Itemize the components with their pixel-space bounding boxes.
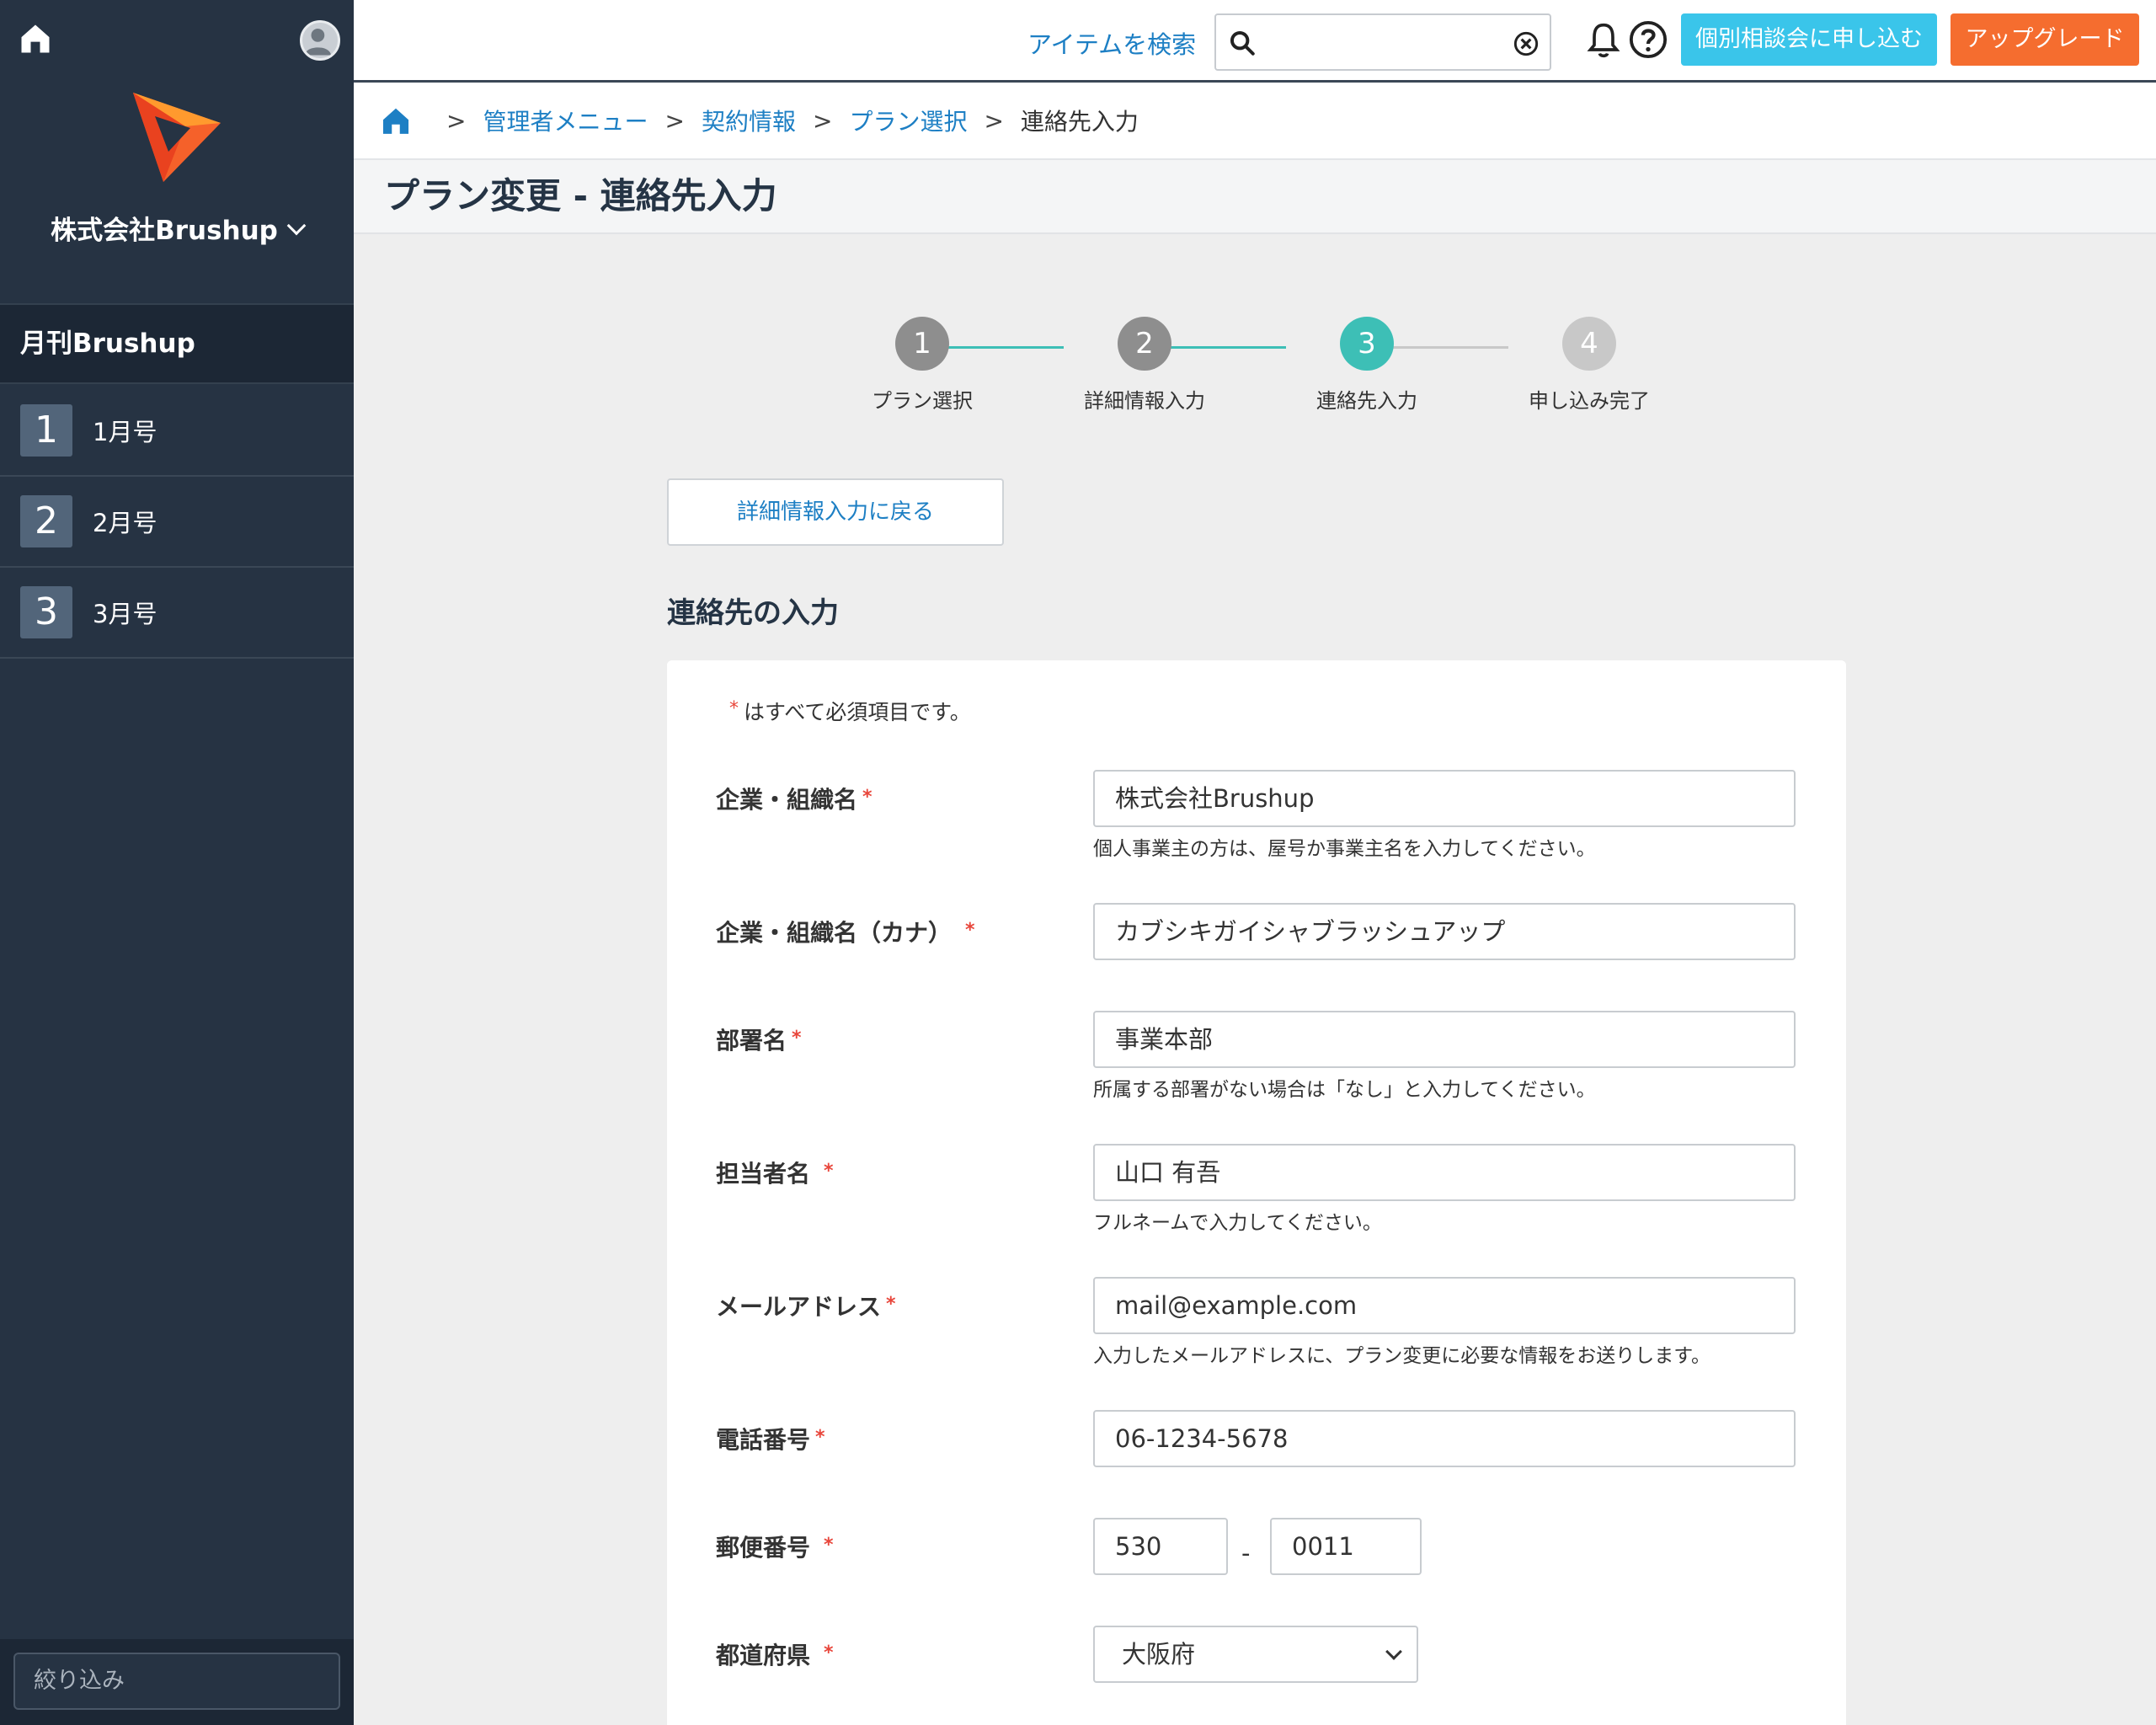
person-name-label: 担当者名 * (716, 1156, 839, 1189)
breadcrumb-admin-menu[interactable]: 管理者メニュー (483, 104, 648, 137)
label-text: 郵便番号 (716, 1534, 811, 1562)
label-text: 企業・組織名 (716, 786, 858, 814)
required-note-text: はすべて必須項目です。 (744, 700, 971, 724)
zip-dash: - (1241, 1539, 1251, 1567)
search-input[interactable] (1214, 13, 1551, 71)
step-label: プラン選択 (872, 389, 973, 413)
step-number: 4 (1562, 317, 1616, 371)
label-text: 電話番号 (716, 1426, 811, 1454)
user-icon (304, 29, 332, 56)
company-name-label: 企業・組織名 * (716, 782, 878, 815)
breadcrumb-current: 連絡先入力 (1020, 108, 1139, 136)
email-hint: 入力したメールアドレスに、プラン変更に必要な情報をお送りします。 (1093, 1345, 1711, 1367)
sidebar: 株式会社Brushup 月刊Brushup 1 1月号 2 2月号 3 3月号 … (0, 0, 354, 1725)
breadcrumb-plan-select[interactable]: プラン選択 (849, 104, 967, 137)
chevron-down-icon (286, 216, 307, 236)
top-bar: アイテムを検索 個別相談会に申し込む アップグレード (354, 0, 2156, 83)
step-3-current: 3 連絡先入力 (1283, 317, 1451, 414)
step-1: 1 プラン選択 (838, 317, 1006, 414)
step-label: 申し込み完了 (1529, 389, 1650, 413)
required-mark: * (729, 698, 739, 719)
prefecture-select[interactable]: 大阪府 (1093, 1626, 1418, 1683)
required-mark: * (824, 1535, 834, 1556)
required-mark: * (815, 1427, 825, 1448)
sidebar-section-title: 月刊Brushup (0, 303, 354, 384)
required-mark: * (862, 787, 873, 808)
company-kana-field[interactable]: カブシキガイシャブラッシュアップ (1093, 903, 1796, 960)
email-label: メールアドレス * (716, 1289, 901, 1322)
label-text: 担当者名 (716, 1160, 811, 1188)
step-label: 詳細情報入力 (1084, 389, 1205, 413)
upgrade-button[interactable]: アップグレード (1951, 13, 2139, 66)
bell-icon[interactable] (1585, 20, 1622, 61)
issue-number-badge: 2 (20, 495, 72, 547)
search-icon (1230, 30, 1255, 56)
section-title: 連絡先の入力 (667, 596, 839, 630)
breadcrumb-separator: > (664, 106, 685, 135)
breadcrumb-contract-info[interactable]: 契約情報 (702, 104, 796, 137)
clear-search-icon[interactable] (1513, 30, 1540, 57)
required-note: * はすべて必須項目です。 (724, 696, 971, 726)
sidebar-item-issue-3[interactable]: 3 3月号 (0, 568, 354, 659)
company-name: 株式会社Brushup (51, 216, 278, 246)
prefecture-label: 都道府県 * (716, 1637, 839, 1671)
breadcrumb: > 管理者メニュー > 契約情報 > プラン選択 > 連絡先入力 (354, 83, 2156, 160)
label-text: 都道府県 (716, 1642, 811, 1669)
home-icon[interactable] (17, 20, 54, 57)
step-4: 4 申し込み完了 (1505, 317, 1673, 414)
company-switcher[interactable]: 株式会社Brushup (0, 209, 354, 247)
brushup-logo (133, 93, 221, 182)
home-icon[interactable] (379, 104, 413, 136)
consultation-button[interactable]: 個別相談会に申し込む (1681, 13, 1937, 66)
company-kana-label: 企業・組織名（カナ） * (716, 915, 980, 948)
contact-form: * はすべて必須項目です。 企業・組織名 * 株式会社Brushup 個人事業主の方… (667, 660, 1846, 1725)
department-hint: 所属する部署がない場合は「なし」と入力してください。 (1093, 1079, 1596, 1101)
page-title: プラン変更 - 連絡先入力 (354, 160, 2156, 234)
sidebar-item-issue-2[interactable]: 2 2月号 (0, 477, 354, 568)
sidebar-filter-area: 絞り込み (0, 1639, 354, 1725)
prefecture-selected-value: 大阪府 (1122, 1640, 1196, 1669)
user-avatar[interactable] (300, 20, 340, 61)
step-number: 3 (1340, 317, 1394, 371)
required-mark: * (886, 1294, 896, 1315)
step-2: 2 詳細情報入力 (1060, 317, 1229, 414)
chevron-down-icon (1385, 1643, 1402, 1660)
zip-second-field[interactable]: 0011 (1270, 1518, 1422, 1575)
company-name-field[interactable]: 株式会社Brushup (1093, 770, 1796, 827)
help-icon[interactable] (1629, 20, 1668, 59)
issue-number-badge: 3 (20, 586, 72, 638)
search-items-link[interactable]: アイテムを検索 (1027, 25, 1196, 61)
person-name-field[interactable]: 山口 有吾 (1093, 1144, 1796, 1201)
phone-label: 電話番号 * (716, 1422, 830, 1455)
issue-number-badge: 1 (20, 404, 72, 457)
sidebar-item-label: 2月号 (93, 509, 157, 537)
sidebar-filter-input[interactable]: 絞り込み (13, 1653, 340, 1710)
label-text: 部署名 (716, 1027, 787, 1055)
company-name-hint: 個人事業主の方は、屋号か事業主名を入力してください。 (1093, 838, 1596, 860)
breadcrumb-separator: > (812, 106, 833, 135)
person-name-hint: フルネームで入力してください。 (1093, 1212, 1382, 1234)
email-field[interactable]: mail@example.com (1093, 1277, 1796, 1334)
label-text: メールアドレス (716, 1293, 882, 1321)
breadcrumb-separator: > (984, 106, 1004, 135)
required-mark: * (965, 920, 975, 941)
breadcrumb-separator: > (446, 106, 467, 135)
step-number: 1 (895, 317, 949, 371)
sidebar-item-label: 3月号 (93, 600, 157, 628)
required-mark: * (824, 1161, 834, 1182)
label-text: 企業・組織名（カナ） (716, 919, 953, 947)
zip-label: 郵便番号 * (716, 1530, 839, 1563)
required-mark: * (824, 1642, 834, 1664)
step-label: 連絡先入力 (1316, 389, 1417, 413)
department-field[interactable]: 事業本部 (1093, 1011, 1796, 1068)
phone-field[interactable]: 06-1234-5678 (1093, 1410, 1796, 1467)
department-label: 部署名 * (716, 1023, 807, 1056)
zip-first-field[interactable]: 530 (1093, 1518, 1228, 1575)
step-number: 2 (1118, 317, 1171, 371)
required-mark: * (792, 1028, 802, 1049)
progress-stepper: 1 プラン選択 2 詳細情報入力 3 連絡先入力 4 申し込み完了 (842, 317, 1650, 418)
back-to-details-button[interactable]: 詳細情報入力に戻る (667, 478, 1004, 546)
sidebar-item-label: 1月号 (93, 418, 157, 446)
sidebar-item-issue-1[interactable]: 1 1月号 (0, 386, 354, 477)
